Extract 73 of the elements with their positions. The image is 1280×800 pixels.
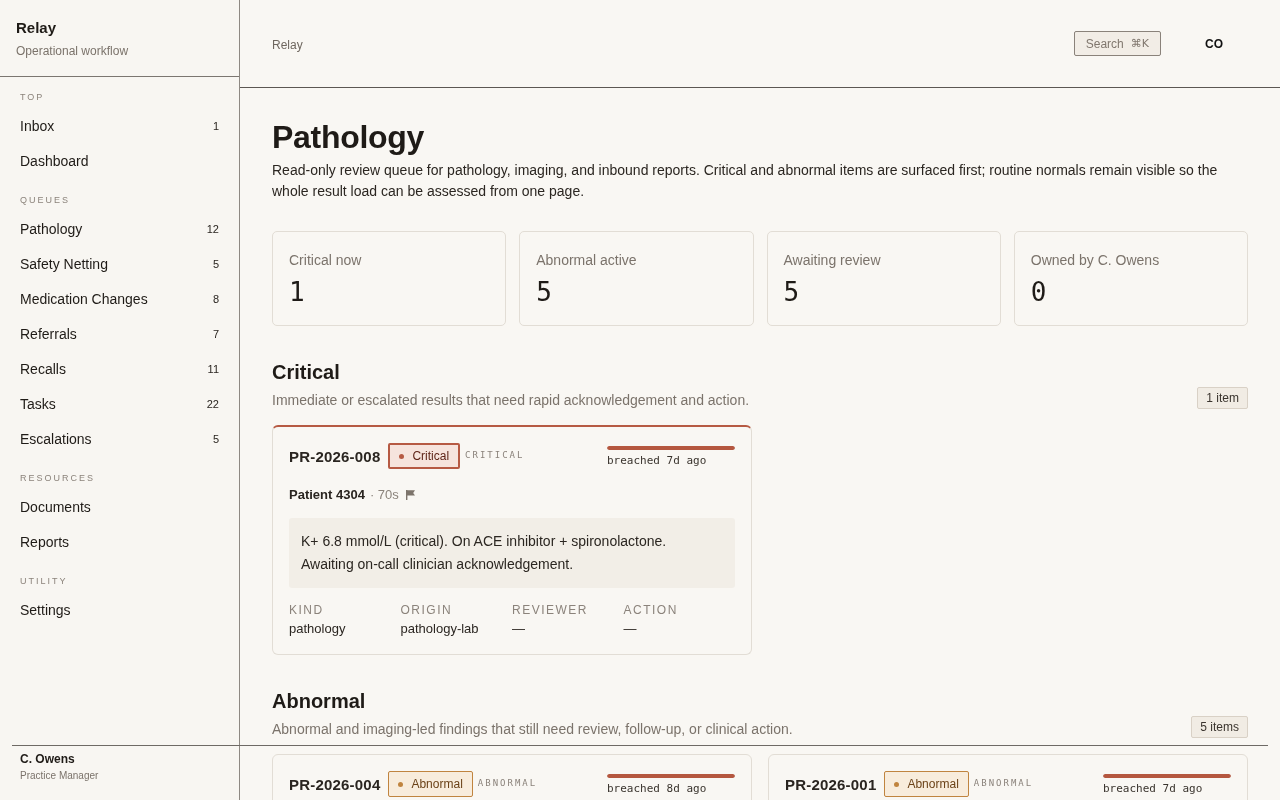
user-initials[interactable]: CO bbox=[1205, 36, 1223, 51]
user-role: Practice Manager bbox=[20, 769, 99, 783]
nav-item[interactable]: Inbox 1 bbox=[0, 108, 239, 143]
stat-label: Critical now bbox=[289, 251, 362, 269]
nav-item[interactable]: Escalations 5 bbox=[0, 421, 239, 456]
nav-item[interactable]: Referrals 7 bbox=[0, 316, 239, 351]
item-count: 1 item bbox=[1197, 387, 1248, 409]
sla-status: breached 7d ago bbox=[1103, 782, 1203, 796]
status-dot-icon bbox=[398, 781, 404, 787]
nav-count: 8 bbox=[212, 292, 219, 305]
nav-section-heading: QUEUES bbox=[20, 194, 70, 207]
nav-item[interactable]: Tasks 22 bbox=[0, 386, 239, 421]
result-id: PR-2026-008 bbox=[289, 447, 381, 465]
stat-value: 5 bbox=[783, 277, 800, 307]
nav-count: 22 bbox=[206, 397, 219, 410]
item-count: 5 items bbox=[1191, 716, 1248, 738]
nav-count: 12 bbox=[206, 222, 219, 235]
stat-label: Owned by C. Owens bbox=[1030, 251, 1160, 269]
stat-label: Abnormal active bbox=[536, 251, 637, 269]
nav-item[interactable]: Documents bbox=[0, 489, 239, 524]
result-note: K+ 6.8 mmol/L (critical). On ACE inhibitor + spironolactone. Awaiting on-call clinician acknowledgement. bbox=[289, 518, 735, 588]
nav-count: 5 bbox=[212, 257, 219, 270]
field-label: ORIGIN bbox=[400, 602, 453, 618]
patient-name: Patient 4304 bbox=[289, 486, 365, 504]
section-title: Abnormal bbox=[272, 689, 366, 713]
page-description: Read-only review queue for pathology, imaging, and inbound reports. Critical and abnormal items are surfaced first; routine normals remain visible so the whole result load can be assessed from one page. bbox=[272, 161, 1219, 201]
patient-age: · 70s bbox=[369, 486, 399, 504]
severity-tag: ABNORMAL bbox=[477, 778, 538, 788]
result-id: PR-2026-004 bbox=[289, 775, 381, 793]
status-dot-icon bbox=[399, 453, 405, 459]
breadcrumb: Relay bbox=[272, 37, 303, 52]
section-title: Critical bbox=[272, 360, 340, 384]
field-value: — bbox=[512, 620, 525, 638]
section-description: Immediate or escalated results that need rapid acknowledgement and action. bbox=[272, 391, 750, 410]
nav-item[interactable]: Pathology 12 bbox=[0, 211, 239, 246]
stat-value: 1 bbox=[289, 277, 305, 307]
user-name: C. Owens bbox=[20, 751, 75, 767]
severity-label: Critical bbox=[412, 449, 450, 463]
stat-value: 5 bbox=[536, 277, 552, 307]
field-value: pathology bbox=[289, 620, 346, 638]
severity-label: Abnormal bbox=[411, 777, 463, 791]
nav-item[interactable]: Dashboard bbox=[0, 143, 239, 178]
section-description: Abnormal and imaging-led findings that still need review, follow-up, or clinical action. bbox=[272, 720, 793, 739]
severity-tag: ABNORMAL bbox=[973, 778, 1034, 788]
status-dot-icon bbox=[894, 781, 900, 787]
nav-count: 7 bbox=[212, 327, 219, 340]
field-label: ACTION bbox=[623, 602, 678, 618]
app-name: Relay bbox=[16, 19, 57, 37]
severity-label: Abnormal bbox=[907, 777, 959, 791]
field-label: KIND bbox=[289, 602, 324, 618]
sla-status: breached 8d ago bbox=[607, 782, 707, 796]
result-id: PR-2026-001 bbox=[785, 775, 877, 793]
severity-tag: CRITICAL bbox=[465, 450, 525, 460]
nav-count: 1 bbox=[212, 119, 219, 132]
nav-item[interactable]: Settings bbox=[0, 592, 239, 627]
nav-section-heading: TOP bbox=[20, 91, 45, 104]
nav-item[interactable]: Reports bbox=[0, 524, 239, 559]
nav-count: 11 bbox=[207, 362, 219, 375]
nav-section-heading: UTILITY bbox=[20, 575, 68, 588]
nav-item[interactable]: Recalls 11 bbox=[0, 351, 239, 386]
nav-item[interactable]: Safety Netting 5 bbox=[0, 246, 239, 281]
stat-value: 0 bbox=[1030, 277, 1047, 307]
search-button[interactable]: Search ⌘K bbox=[1073, 31, 1161, 56]
field-value: — bbox=[623, 620, 637, 638]
nav-count: 5 bbox=[212, 432, 219, 445]
field-value: pathology-lab bbox=[400, 620, 479, 638]
app-tagline: Operational workflow bbox=[16, 43, 129, 59]
nav-section-heading: RESOURCES bbox=[20, 472, 95, 485]
sla-status: breached 7d ago bbox=[607, 454, 707, 468]
stat-label: Awaiting review bbox=[783, 251, 881, 269]
page-title: Pathology bbox=[272, 118, 424, 156]
nav-item[interactable]: Medication Changes 8 bbox=[0, 281, 239, 316]
field-label: REVIEWER bbox=[512, 602, 588, 618]
